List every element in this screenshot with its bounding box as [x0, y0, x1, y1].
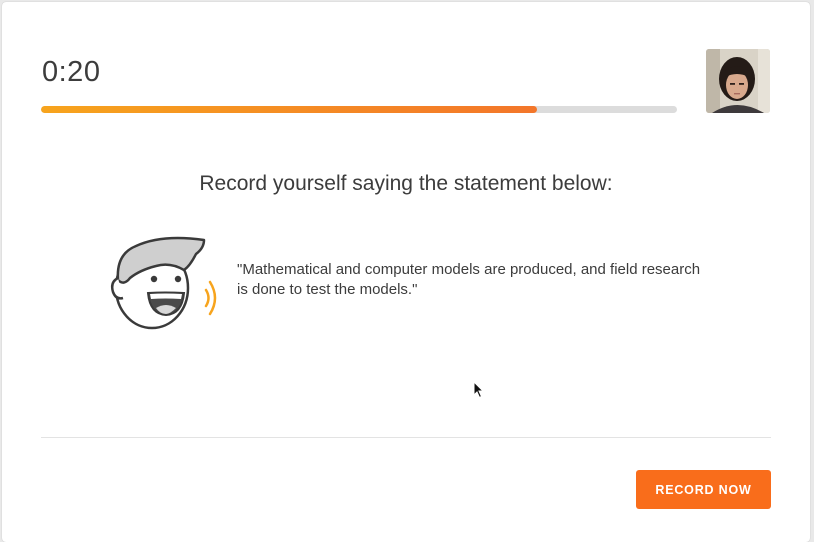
progress-fill: [41, 106, 538, 113]
instruction-heading: Record yourself saying the statement bel…: [199, 172, 613, 195]
test-card: 0:20 Record yourself saying the statemen…: [2, 2, 810, 542]
progress-bar: [41, 106, 677, 113]
countdown-timer: 0:20: [42, 56, 101, 88]
webcam-person-image: [706, 49, 770, 113]
speaking-face-icon: [110, 236, 228, 332]
mouse-cursor-icon: [473, 381, 485, 399]
record-now-button[interactable]: RECORD NOW: [636, 470, 771, 509]
statement-text: "Mathematical and computer models are pr…: [237, 261, 701, 298]
webcam-preview: [706, 49, 770, 113]
footer-divider: [41, 437, 771, 438]
